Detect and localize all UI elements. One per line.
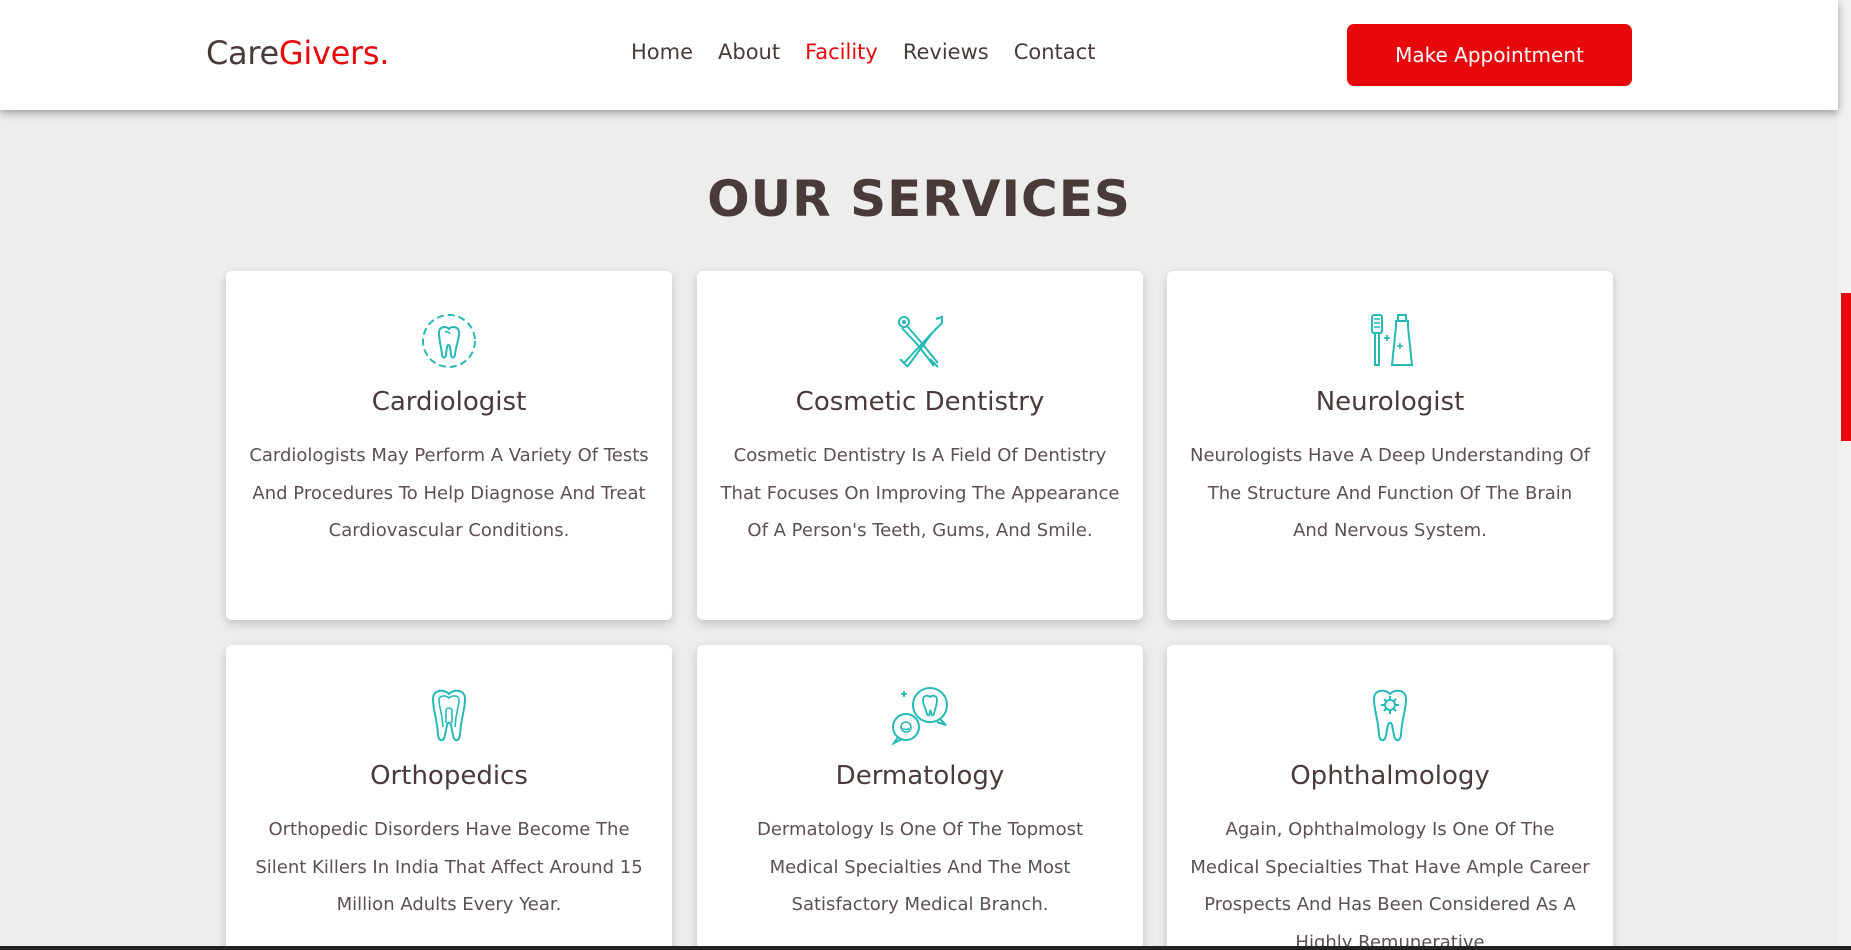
site-header: CareGivers. Home About Facility Reviews … [0,0,1838,110]
service-title: Ophthalmology [1290,761,1490,791]
scrollbar-track[interactable] [1838,0,1851,950]
service-title: Orthopedics [370,761,528,791]
nav-about[interactable]: About [718,40,780,64]
service-title: Cosmetic Dentistry [795,387,1045,417]
dental-tools-icon [898,315,943,368]
nav-home[interactable]: Home [631,40,693,64]
logo[interactable]: CareGivers. [206,34,389,72]
nav-contact[interactable]: Contact [1014,40,1096,64]
service-description: Cardiologists May Perform A Variety Of T… [249,445,649,541]
service-title: Neurologist [1315,387,1465,417]
logo-main: Care [206,34,279,72]
nav-reviews[interactable]: Reviews [903,40,989,64]
tooth-gear-icon [1372,689,1408,742]
service-title: Cardiologist [371,387,527,417]
service-description: Cosmetic Dentistry Is A Field Of Dentist… [720,445,1120,541]
window-bottom-edge [0,946,1851,950]
service-card-ophthalmology[interactable]: Ophthalmology Again, Ophthalmology Is On… [1167,645,1613,950]
service-description: Again, Ophthalmology Is One Of The Medic… [1190,819,1590,950]
main-nav: Home About Facility Reviews Contact [631,40,1095,64]
service-title: Dermatology [835,761,1005,791]
service-card-orthopedics[interactable]: Orthopedics Orthopedic Disorders Have Be… [226,645,672,950]
tooth-dashed-icon [422,314,476,368]
service-card-cardiologist[interactable]: Cardiologist Cardiologists May Perform A… [226,271,672,620]
service-description: Dermatology Is One Of The Topmost Medica… [756,819,1084,915]
make-appointment-button[interactable]: Make Appointment [1347,24,1632,86]
service-card-neurologist[interactable]: Neurologist Neurologists Have A Deep Und… [1167,271,1613,620]
service-description: Orthopedic Disorders Have Become The Sil… [255,819,643,915]
toothbrush-toothpaste-icon [1371,314,1414,366]
nav-facility[interactable]: Facility [805,40,878,64]
scrollbar-thumb[interactable] [1841,293,1851,441]
tooth-chat-icon [891,687,948,745]
logo-accent: Givers. [278,34,390,72]
section-title: OUR SERVICES [707,170,1131,228]
service-card-cosmetic-dentistry[interactable]: Cosmetic Dentistry Cosmetic Dentistry Is… [697,271,1143,620]
tooth-root-icon [431,689,467,742]
service-description: Neurologists Have A Deep Understanding O… [1190,445,1590,541]
service-card-dermatology[interactable]: Dermatology Dermatology Is One Of The To… [697,645,1143,950]
